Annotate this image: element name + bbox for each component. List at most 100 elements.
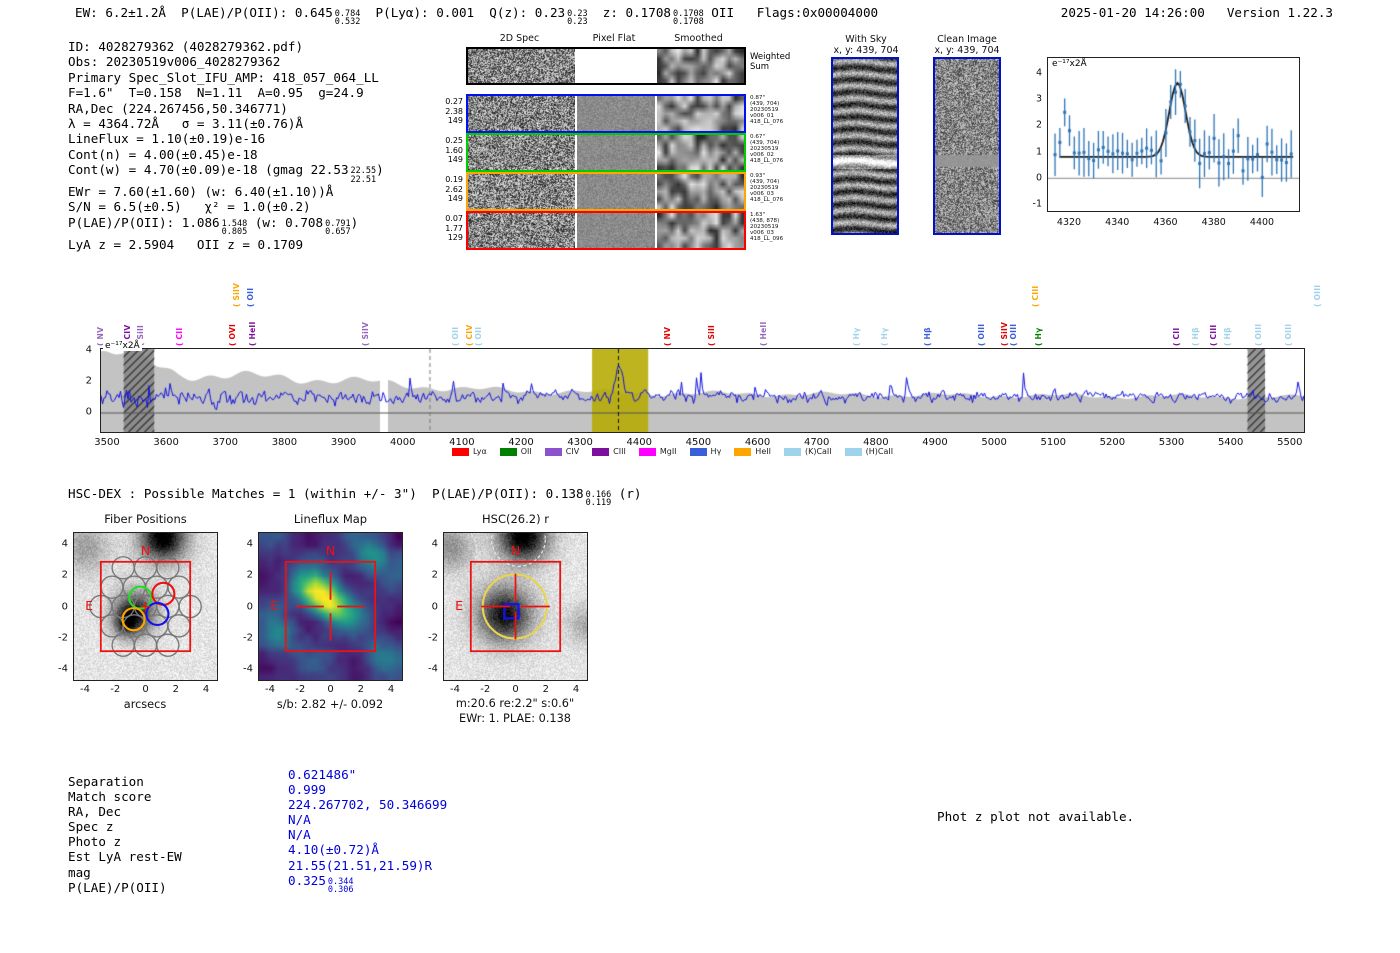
spec2d-image [468, 213, 575, 248]
line-legend: Lyα OII CIV CIII MgII Hγ HeII (K)CaII (H)CaII [452, 447, 893, 456]
pixelflat-image [577, 96, 655, 131]
info-line: F=1.6" T=0.158 N=1.11 A=0.95 g=24.9 [68, 85, 384, 100]
compass-north-label: N [141, 543, 150, 558]
spec2d-image [468, 174, 575, 209]
spec2d-row-meta: 1.63" (438, 878) 20230519 v006_03 418_LL_096 [750, 212, 784, 243]
legend-swatch [638, 447, 656, 456]
smoothed-image [657, 213, 744, 248]
line-marker-cii: ( CII [1171, 327, 1181, 346]
match-row-value: N/A [288, 827, 311, 843]
text-segment: S/N = 6.5(±0.5) χ² = 1.0(±0.2) [68, 199, 311, 215]
line-marker-oiii: ( OIII [1253, 323, 1263, 346]
text-segment: (w: 0.708 [247, 214, 324, 230]
text-segment: LyA z = 2.5904 OII z = 0.1709 [68, 236, 304, 252]
line-marker-civ: ( CIV [464, 324, 474, 346]
legend-item: Hγ [689, 447, 721, 456]
info-line: Obs: 20230519v006_4028279362 [68, 54, 384, 69]
text-segment: F=1.6" T=0.158 N=1.11 A=0.95 g=24.9 [68, 85, 364, 101]
text-segment: EWr = 7.60(±1.60) (w: 6.40(±1.10))Å [68, 184, 334, 200]
compass-east-label: E [85, 598, 93, 613]
crosshair [296, 572, 365, 641]
line-fit-plot [1047, 57, 1300, 212]
text-segment: (r) [611, 486, 642, 501]
spec2d-row-weights: 0.07 1.77 129 [445, 214, 463, 242]
line-marker-hγ: ( Hγ [1034, 327, 1044, 346]
header-meta: 2025-01-20 14:26:00 Version 1.22.3 [1061, 5, 1333, 20]
line-marker-oiii: ( OIII [1312, 284, 1322, 307]
text-segment: ID: 4028279362 (4028279362.pdf) [68, 39, 304, 54]
spec2d-image [468, 135, 575, 170]
legend-swatch [734, 447, 752, 456]
legend-item: CIV [544, 447, 579, 456]
lineflux-y-ticks: 4 2 0 -2 -4 [243, 538, 253, 675]
info-line: LyA z = 2.5904 OII z = 0.1709 [68, 237, 384, 252]
elixer-report-page: EW: 6.2±1.2Å P(LAE)/P(OII): 0.645 0.784 0.… [0, 0, 1400, 953]
line-marker-cii: ( CII [174, 327, 184, 346]
legend-label: CIII [613, 447, 626, 456]
line-marker-heii: ( HeII [758, 321, 768, 346]
line-marker-hγ: ( Hγ [851, 327, 861, 346]
lineflux-map-panel: N E [258, 532, 403, 681]
match-row-value: N/A [288, 812, 311, 828]
legend-label: (K)CaII [804, 447, 832, 456]
text-segment: HSC-DEX : Possible Matches = 1 (within +… [68, 486, 584, 501]
fiber-xlabel: arcsecs [123, 698, 167, 711]
text-segment: P(LAE)/P(OII): 1.086 [68, 214, 220, 230]
info-line: P(LAE)/P(OII): 1.086 1.548 0.805 (w: 0.708… [68, 215, 384, 237]
spec2d-row [466, 94, 746, 133]
compass-east-label: E [270, 598, 278, 613]
uncertainty-fraction: 0.791 0.657 [325, 218, 351, 238]
legend-swatch [844, 447, 862, 456]
spec2d-title: 2D Spec [499, 33, 540, 44]
withsky-image [831, 57, 899, 235]
match-table-labels: Separation Match score RA, Dec Spec z Photo … [68, 774, 182, 895]
header-summary: EW: 6.2±1.2Å P(LAE)/P(OII): 0.645 0.784 0.… [75, 5, 878, 27]
line-marker-oiii: ( OIII [976, 323, 986, 346]
line-marker-hβ: ( Hβ [1223, 327, 1233, 346]
emission-line-markers: ( NV( CIV( SiII( CII( OVI( SiIV( OII( He… [96, 268, 1322, 347]
lineflux-map-title: Lineflux Map [293, 512, 368, 526]
legend-label: OII [520, 447, 532, 456]
hsc-overlay: N E [444, 533, 562, 653]
info-line: RA,Dec (224.267456,50.346771) [68, 101, 384, 116]
spectrum-y-ticks: 420 [85, 344, 92, 418]
line-marker-hβ: ( Hβ [1190, 327, 1200, 346]
legend-item: HeII [734, 447, 771, 456]
line-marker-nv: ( NV [662, 326, 672, 346]
info-line: LineFlux = 1.10(±0.19)e-16 [68, 131, 384, 146]
match-table-values: 0.621486" 0.999 224.267702, 50.346699 N/A N/… [288, 767, 447, 896]
text-segment: ) [350, 214, 359, 230]
pixelflat-title: Pixel Flat [592, 33, 636, 44]
info-line: Cont(n) = 4.00(±0.45)e-18 [68, 147, 384, 162]
uncertainty-fraction: 0.23 0.23 [567, 9, 588, 28]
legend-swatch [452, 447, 469, 456]
lineflux-overlay: N E [270, 543, 377, 653]
uncertainty-fraction: 1.548 0.805 [221, 218, 248, 238]
spec2d-row [466, 47, 746, 85]
match-row-value: 0.621486" [288, 767, 357, 782]
line-marker-hγ: ( Hγ [879, 327, 889, 346]
cleanimage-title: Clean Image x, y: 439, 704 [934, 34, 1000, 56]
full-spectrum-plot [100, 348, 1305, 433]
text-segment: LineFlux = 1.10(±0.19)e-16 [68, 131, 266, 147]
spec2d-row-weights: 0.27 2.38 149 [445, 97, 463, 125]
text-segment: ) [376, 162, 384, 178]
uncertainty-fraction: 0.344 0.306 [327, 876, 354, 896]
legend-item: Lyα [452, 447, 487, 456]
match-row-label: P(LAE)/P(OII) [68, 879, 167, 895]
spec2d-row [466, 211, 746, 250]
fiber-y-ticks: 4 2 0 -2 -4 [58, 538, 68, 675]
uncertainty-fraction: 22.55 22.51 [350, 166, 377, 185]
legend-label: (H)CaII [865, 447, 894, 456]
spec2d-row-weights: 0.19 2.62 149 [445, 175, 463, 203]
smoothed-image [657, 174, 744, 209]
detection-info-block: ID: 4028279362 (4028279362.pdf) Obs: 2023… [68, 39, 384, 252]
spec2d-row [466, 172, 746, 211]
info-line: S/N = 6.5(±0.5) χ² = 1.0(±0.2) [68, 199, 384, 214]
line-marker-ciii: ( CIII [1209, 324, 1219, 346]
legend-label: MgII [659, 447, 677, 456]
spec2d-row-meta: 0.93" (439, 704) 20230519 v006_03 418_LL_076 [750, 173, 784, 204]
phot-z-note: Phot z plot not available. [937, 809, 1135, 824]
compass-north-label: N [326, 543, 335, 558]
text-segment: Obs: 20230519v006_4028279362 [68, 54, 281, 70]
